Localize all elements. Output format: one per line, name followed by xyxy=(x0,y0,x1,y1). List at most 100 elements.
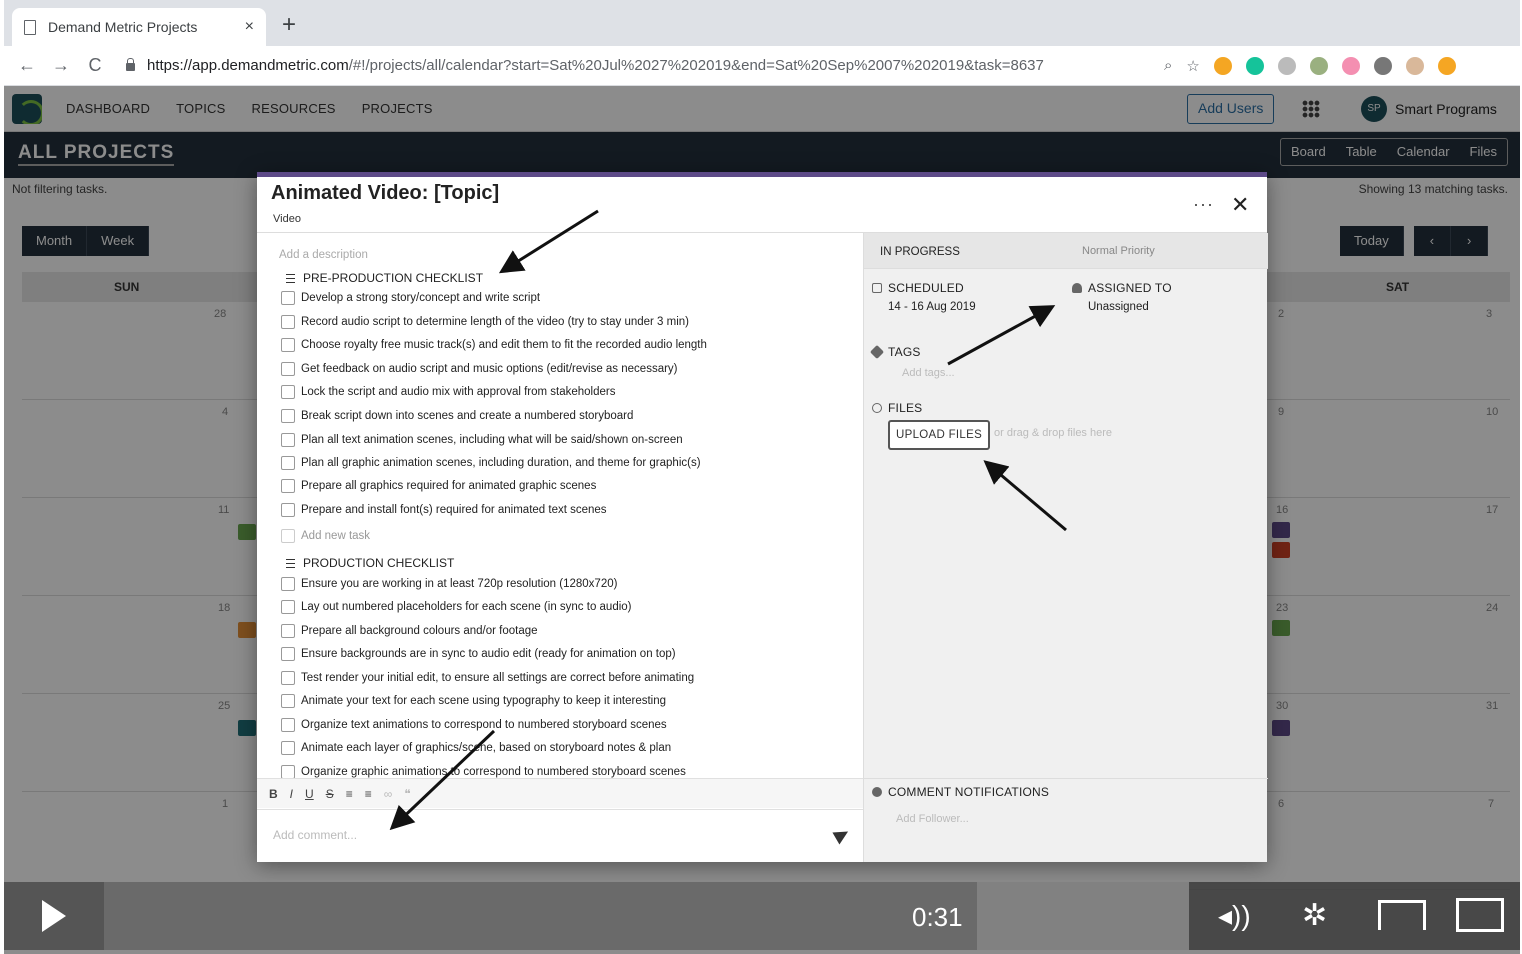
reload-icon[interactable]: C xyxy=(78,55,112,76)
forward-icon[interactable]: → xyxy=(44,55,78,76)
pink-extension-icon[interactable] xyxy=(1341,56,1360,75)
checkbox[interactable] xyxy=(281,624,295,638)
android-extension-icon[interactable] xyxy=(1309,56,1328,75)
checklist-item[interactable]: Organize graphic animations to correspon… xyxy=(281,765,686,778)
upload-files-button[interactable]: UPLOAD FILES xyxy=(888,420,991,450)
task-text: Animate each layer of graphics/scene, ba… xyxy=(301,742,672,754)
link-icon[interactable]: ∞ xyxy=(384,787,393,801)
description-input[interactable]: Add a description xyxy=(279,249,368,261)
checklist-header: PRODUCTION CHECKLIST xyxy=(283,556,454,570)
video-time: 0:31 xyxy=(912,902,963,932)
task-meta-panel: IN PROGRESS Normal Priority SCHEDULED 14… xyxy=(863,233,1268,862)
comment-placeholder: Add comment... xyxy=(273,828,358,842)
extension-icon[interactable] xyxy=(1277,56,1296,75)
comment-input[interactable]: Add comment... xyxy=(257,809,863,862)
task-text: Plan all text animation scenes, includin… xyxy=(301,434,683,446)
checklist-item[interactable]: Plan all text animation scenes, includin… xyxy=(281,433,683,447)
checklist-item[interactable]: Prepare all graphics required for animat… xyxy=(281,479,596,493)
address-bar[interactable]: https://app.demandmetric.com /#!/project… xyxy=(126,57,1146,74)
quote-icon[interactable]: ❝ xyxy=(404,787,410,801)
checkbox[interactable] xyxy=(281,577,295,591)
priority-dropdown[interactable]: Normal Priority xyxy=(1082,245,1155,257)
checkbox[interactable] xyxy=(281,433,295,447)
checklist-item[interactable]: Test render your initial edit, to ensure… xyxy=(281,671,694,685)
checklist-item[interactable]: Ensure backgrounds are in sync to audio … xyxy=(281,647,676,661)
status-dropdown[interactable]: IN PROGRESS xyxy=(880,246,960,258)
checklist-item[interactable]: Lock the script and audio mix with appro… xyxy=(281,385,616,399)
close-icon[interactable]: ✕ xyxy=(1231,192,1249,218)
grammarly-extension-icon[interactable] xyxy=(1245,56,1264,75)
tags-label: TAGS xyxy=(869,344,921,360)
task-text: Test render your initial edit, to ensure… xyxy=(301,672,695,684)
bold-button[interactable]: B xyxy=(269,787,278,801)
paperclip-icon xyxy=(872,403,882,413)
checklist-item[interactable]: Get feedback on audio script and music o… xyxy=(281,362,678,376)
checkbox[interactable] xyxy=(281,479,295,493)
checkbox[interactable] xyxy=(281,647,295,661)
italic-button[interactable]: I xyxy=(290,787,293,801)
ordered-list-icon[interactable]: ≡ xyxy=(346,787,353,801)
assignee-value[interactable]: Unassigned xyxy=(1088,301,1149,313)
add-task-input[interactable]: Add new task xyxy=(281,529,370,543)
zoom-icon[interactable]: ⌕ xyxy=(1164,57,1172,74)
checklist-item[interactable]: Break script down into scenes and create… xyxy=(281,409,633,423)
send-icon[interactable] xyxy=(832,825,852,845)
profile-icon[interactable] xyxy=(1405,56,1424,75)
volume-icon[interactable]: ◂)) xyxy=(1218,898,1251,934)
checkbox[interactable] xyxy=(281,600,295,614)
task-text: Develop a strong story/concept and write… xyxy=(301,292,541,304)
task-text: Lock the script and audio mix with appro… xyxy=(301,386,616,398)
checkbox[interactable] xyxy=(281,291,295,305)
checklist-item[interactable]: Record audio script to determine length … xyxy=(281,315,689,329)
checkbox[interactable] xyxy=(281,671,295,685)
drop-zone-hint[interactable]: or drag & drop files here xyxy=(994,427,1112,439)
fullscreen-icon[interactable] xyxy=(1456,898,1504,932)
more-options-icon[interactable]: ··· xyxy=(1193,194,1214,215)
checklist-item[interactable]: Develop a strong story/concept and write… xyxy=(281,291,540,305)
checkbox[interactable] xyxy=(281,456,295,470)
video-progress[interactable] xyxy=(104,882,977,950)
checkbox[interactable] xyxy=(281,315,295,329)
checkbox[interactable] xyxy=(281,385,295,399)
task-modal: Animated Video: [Topic] Video ··· ✕ Add … xyxy=(257,172,1268,862)
checklist-item[interactable]: Lay out numbered placeholders for each s… xyxy=(281,600,632,614)
lock-icon xyxy=(126,57,135,71)
strikethrough-button[interactable]: S xyxy=(326,787,334,801)
checklist-item[interactable]: Plan all graphic animation scenes, inclu… xyxy=(281,456,701,470)
new-tab-icon[interactable]: + xyxy=(282,13,296,37)
tab-close-icon[interactable]: × xyxy=(245,18,254,36)
checklist-title[interactable]: PRE-PRODUCTION CHECKLIST xyxy=(303,271,483,285)
bullet-list-icon[interactable]: ≡ xyxy=(365,787,372,801)
browser-tab[interactable]: Demand Metric Projects × xyxy=(12,8,266,46)
star-icon[interactable]: ☆ xyxy=(1186,57,1199,75)
tags-input[interactable]: Add tags... xyxy=(902,367,955,379)
scheduled-date[interactable]: 14 - 16 Aug 2019 xyxy=(888,301,976,313)
rss-extension-icon[interactable] xyxy=(1213,56,1232,75)
checkbox[interactable] xyxy=(281,338,295,352)
notification-extension-icon[interactable] xyxy=(1437,56,1456,75)
checklist-item[interactable]: Choose royalty free music track(s) and e… xyxy=(281,338,707,352)
checkbox[interactable] xyxy=(281,409,295,423)
underline-button[interactable]: U xyxy=(305,787,314,801)
share-extension-icon[interactable] xyxy=(1373,56,1392,75)
task-title[interactable]: Animated Video: [Topic] xyxy=(271,182,499,205)
checkbox[interactable] xyxy=(281,694,295,708)
airplay-icon[interactable] xyxy=(1378,900,1426,930)
back-icon[interactable]: ← xyxy=(10,55,44,76)
checklist-item[interactable]: Animate your text for each scene using t… xyxy=(281,694,666,708)
add-follower-input[interactable]: Add Follower... xyxy=(896,813,969,825)
checklist-item[interactable]: Animate each layer of graphics/scene, ba… xyxy=(281,741,671,755)
checklist-item[interactable]: Prepare and install font(s) required for… xyxy=(281,503,607,517)
checkbox[interactable] xyxy=(281,765,295,778)
checkbox[interactable] xyxy=(281,362,295,376)
checkbox[interactable] xyxy=(281,718,295,732)
assigned-label-text: ASSIGNED TO xyxy=(1088,281,1172,295)
settings-gear-icon[interactable]: ✲ xyxy=(1302,898,1327,934)
checklist-item[interactable]: Prepare all background colours and/or fo… xyxy=(281,624,538,638)
checklist-item[interactable]: Organize text animations to correspond t… xyxy=(281,718,667,732)
play-button[interactable] xyxy=(4,882,104,950)
checklist-title[interactable]: PRODUCTION CHECKLIST xyxy=(303,556,454,570)
checkbox[interactable] xyxy=(281,741,295,755)
checkbox[interactable] xyxy=(281,503,295,517)
checklist-item[interactable]: Ensure you are working in at least 720p … xyxy=(281,577,617,591)
